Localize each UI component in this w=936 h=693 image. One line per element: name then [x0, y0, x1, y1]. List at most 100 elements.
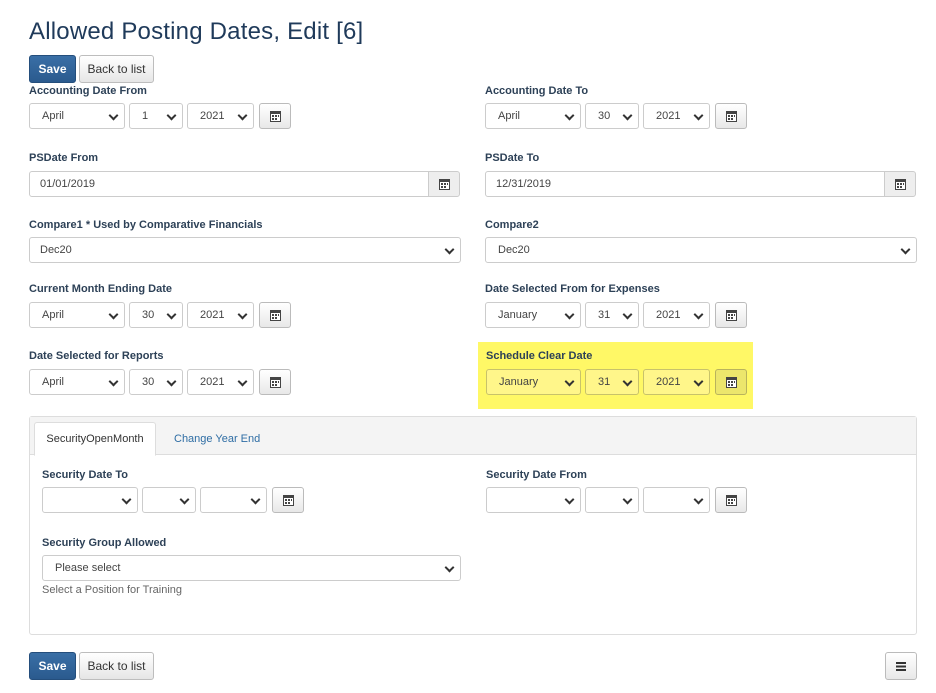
chevron-down-icon [693, 494, 704, 505]
accounting-to-year-select[interactable]: 2021 [643, 103, 710, 129]
security-from-day-select[interactable] [585, 487, 639, 513]
security-to-day-select[interactable] [142, 487, 196, 513]
calendar-icon [269, 110, 281, 122]
expenses-from-day-select[interactable]: 31 [585, 302, 639, 328]
chevron-down-icon [622, 494, 633, 505]
reports-day-select[interactable]: 30 [129, 369, 183, 395]
accounting-date-from-label: Accounting Date From [29, 85, 147, 97]
select-value: Please select [55, 562, 121, 574]
calendar-icon [894, 178, 906, 190]
save-button-top[interactable]: Save [29, 55, 76, 83]
select-value: 2021 [656, 309, 681, 321]
chevron-down-icon [108, 376, 119, 387]
chevron-down-icon [900, 244, 911, 255]
chevron-down-icon [108, 110, 119, 121]
compare2-select[interactable]: Dec20 [485, 237, 917, 263]
psdate-from-input[interactable] [29, 171, 429, 197]
save-button-bottom[interactable]: Save [29, 652, 76, 680]
back-to-list-button-bottom[interactable]: Back to list [79, 652, 154, 680]
compare2-label: Compare2 [485, 219, 539, 231]
current-month-ending-label: Current Month Ending Date [29, 283, 172, 295]
expenses-from-calendar-button[interactable] [715, 302, 747, 328]
accounting-from-calendar-button[interactable] [259, 103, 291, 129]
security-from-year-select[interactable] [643, 487, 710, 513]
chevron-down-icon [250, 494, 261, 505]
select-value: Dec20 [40, 244, 72, 256]
expenses-from-month-select[interactable]: January [485, 302, 581, 328]
calendar-icon [725, 309, 737, 321]
current-month-end-year-select[interactable]: 2021 [187, 302, 254, 328]
psdate-to-calendar-button[interactable] [884, 171, 916, 197]
select-value: 31 [598, 376, 611, 388]
select-value: April [42, 309, 65, 321]
chevron-down-icon [237, 110, 248, 121]
compare1-label: Compare1 * Used by Comparative Financial… [29, 219, 263, 231]
chevron-down-icon [121, 494, 132, 505]
tab-change-year-end[interactable]: Change Year End [174, 422, 260, 456]
chevron-down-icon [444, 244, 455, 255]
tab-bar: SecurityOpenMonth Change Year End [30, 417, 916, 456]
schedule-clear-calendar-button[interactable] [715, 369, 747, 395]
reports-calendar-button[interactable] [259, 369, 291, 395]
calendar-icon [725, 494, 737, 506]
accounting-to-month-select[interactable]: April [485, 103, 581, 129]
security-to-calendar-button[interactable] [272, 487, 304, 513]
security-date-to-label: Security Date To [42, 469, 128, 481]
chevron-down-icon [179, 494, 190, 505]
chevron-down-icon [108, 309, 119, 320]
current-month-end-month-select[interactable]: April [29, 302, 125, 328]
accounting-to-calendar-button[interactable] [715, 103, 747, 129]
security-panel: SecurityOpenMonth Change Year End [29, 416, 917, 635]
accounting-from-day-select[interactable]: 1 [129, 103, 183, 129]
select-value: April [42, 110, 65, 122]
chevron-down-icon [564, 494, 575, 505]
select-value: 2021 [200, 309, 225, 321]
select-value: 30 [142, 309, 155, 321]
select-value: January [499, 376, 539, 388]
expenses-from-year-select[interactable]: 2021 [643, 302, 710, 328]
current-month-end-day-select[interactable]: 30 [129, 302, 183, 328]
security-from-calendar-button[interactable] [715, 487, 747, 513]
calendar-icon [725, 376, 737, 388]
hamburger-icon [896, 661, 906, 671]
chevron-down-icon [166, 110, 177, 121]
schedule-clear-label: Schedule Clear Date [486, 350, 593, 362]
select-value: 2021 [200, 110, 225, 122]
security-to-month-select[interactable] [42, 487, 138, 513]
select-value: April [498, 110, 521, 122]
schedule-clear-month-select[interactable]: January [486, 369, 581, 395]
page-title: Allowed Posting Dates, Edit [6] [29, 18, 364, 45]
chevron-down-icon [166, 309, 177, 320]
schedule-clear-day-select[interactable]: 31 [585, 369, 639, 395]
calendar-icon [269, 309, 281, 321]
compare1-select[interactable]: Dec20 [29, 237, 461, 263]
calendar-icon [725, 110, 737, 122]
chevron-down-icon [444, 562, 455, 573]
chevron-down-icon [693, 309, 704, 320]
psdate-to-input[interactable] [485, 171, 885, 197]
calendar-icon [269, 376, 281, 388]
schedule-clear-year-select[interactable]: 2021 [643, 369, 710, 395]
tab-security-open-month[interactable]: SecurityOpenMonth [34, 422, 156, 456]
accounting-from-month-select[interactable]: April [29, 103, 125, 129]
select-value: 2021 [656, 110, 681, 122]
select-value: January [498, 309, 538, 321]
security-to-year-select[interactable] [200, 487, 267, 513]
current-month-end-calendar-button[interactable] [259, 302, 291, 328]
menu-button[interactable] [885, 652, 917, 680]
chevron-down-icon [622, 376, 633, 387]
reports-year-select[interactable]: 2021 [187, 369, 254, 395]
reports-month-select[interactable]: April [29, 369, 125, 395]
select-value: Dec20 [498, 244, 530, 256]
security-from-month-select[interactable] [486, 487, 581, 513]
psdate-from-calendar-button[interactable] [428, 171, 460, 197]
security-group-select[interactable]: Please select [42, 555, 461, 581]
chevron-down-icon [564, 309, 575, 320]
calendar-icon [438, 178, 450, 190]
accounting-date-to-label: Accounting Date To [485, 85, 589, 97]
accounting-to-day-select[interactable]: 30 [585, 103, 639, 129]
accounting-from-year-select[interactable]: 2021 [187, 103, 254, 129]
back-to-list-button-top[interactable]: Back to list [79, 55, 154, 83]
psdate-to-label: PSDate To [485, 152, 540, 164]
chevron-down-icon [237, 376, 248, 387]
